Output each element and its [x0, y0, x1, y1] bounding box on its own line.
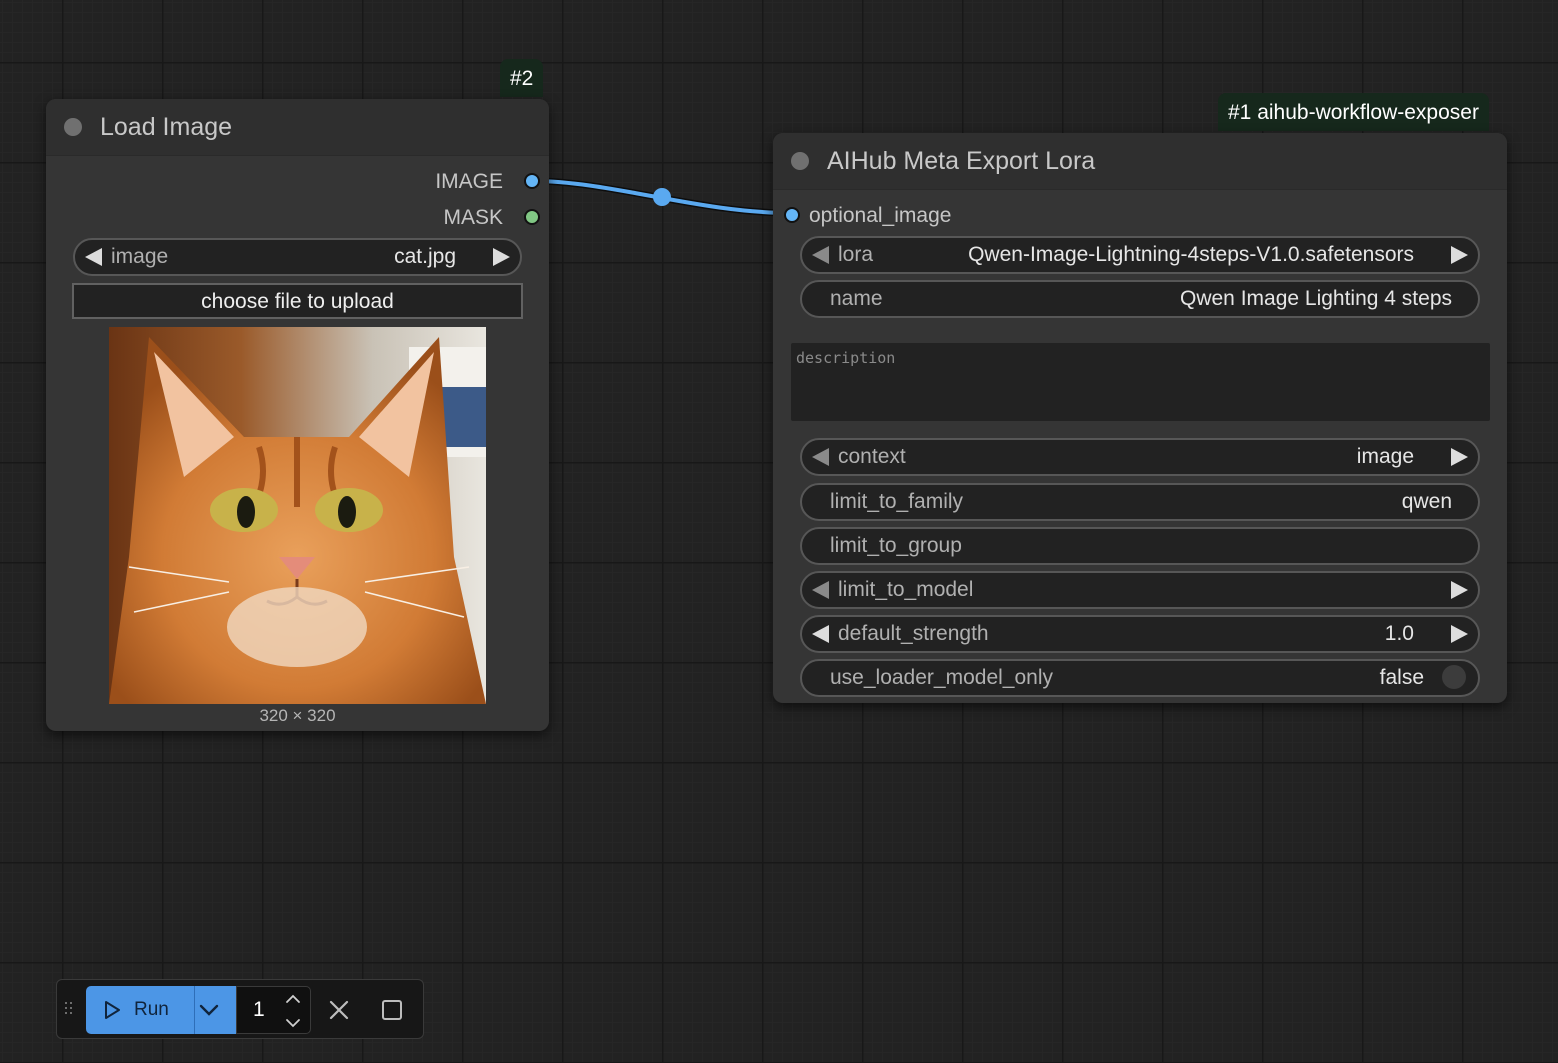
use-loader-model-only-value: false — [1379, 666, 1424, 689]
limit-to-group-widget[interactable]: limit_to_group — [800, 527, 1480, 565]
image-preview — [109, 327, 486, 704]
image-widget-label: image — [111, 245, 169, 268]
lora-combo-widget[interactable]: lora Qwen-Image-Lightning-4steps-V1.0.sa… — [800, 236, 1480, 274]
input-optional-image-slot[interactable] — [784, 207, 800, 223]
context-widget-label: context — [838, 445, 906, 468]
drag-handle-icon[interactable] — [65, 1002, 75, 1018]
name-widget-label: name — [830, 287, 883, 310]
default-strength-widget[interactable]: default_strength 1.0 — [800, 615, 1480, 653]
limit-to-group-label: limit_to_group — [830, 534, 962, 557]
load-image-title: Load Image — [100, 113, 233, 141]
batch-count-value: 1 — [253, 998, 265, 1021]
load-image-title-bar[interactable]: Load Image — [46, 99, 549, 156]
output-image-label: IMAGE — [435, 170, 503, 193]
combo-next-arrow-icon[interactable] — [1451, 246, 1468, 264]
stop-icon[interactable] — [381, 999, 403, 1021]
image-widget-value: cat.jpg — [394, 245, 456, 268]
run-label: Run — [134, 999, 169, 1020]
combo-next-arrow-icon[interactable] — [1451, 581, 1468, 599]
play-icon — [105, 1001, 120, 1019]
default-strength-label: default_strength — [838, 622, 989, 645]
limit-to-family-label: limit_to_family — [830, 490, 964, 513]
toggle-knob[interactable] — [1442, 665, 1466, 689]
close-icon[interactable] — [328, 999, 350, 1021]
input-optional-image[interactable]: optional_image — [809, 201, 951, 231]
lora-export-node[interactable]: AIHub Meta Export Lora optional_image lo… — [773, 133, 1507, 703]
image-size-caption: 320 × 320 — [259, 706, 336, 725]
chevron-down-icon[interactable] — [198, 1000, 220, 1020]
load-image-node[interactable]: Load Image IMAGE MASK image cat.jpg choo… — [46, 99, 549, 731]
name-text-widget[interactable]: name Qwen Image Lighting 4 steps — [800, 280, 1480, 318]
run-toolbar: Run 1 — [56, 979, 424, 1039]
batch-count-input[interactable]: 1 — [236, 986, 311, 1034]
combo-next-arrow-icon[interactable] — [1451, 448, 1468, 466]
node-id-badge-lora: #1 aihub-workflow-exposer — [1218, 93, 1489, 131]
name-widget-value: Qwen Image Lighting 4 steps — [1180, 287, 1452, 310]
limit-to-family-value: qwen — [1401, 490, 1452, 513]
lora-node-title-bar[interactable]: AIHub Meta Export Lora — [773, 133, 1507, 190]
output-image-slot[interactable] — [524, 173, 540, 189]
choose-file-button[interactable]: choose file to upload — [72, 283, 523, 319]
link-midpoint-handle — [653, 188, 671, 206]
combo-prev-arrow-icon[interactable] — [812, 581, 829, 599]
description-textarea[interactable]: description — [791, 343, 1490, 421]
collapse-dot-icon[interactable] — [64, 118, 82, 136]
description-placeholder: description — [796, 349, 896, 367]
node-id-badge-load-image: #2 — [500, 59, 544, 97]
context-widget-value: image — [1356, 445, 1414, 468]
run-button[interactable]: Run — [86, 986, 236, 1034]
combo-next-arrow-icon[interactable] — [493, 248, 510, 266]
decrement-arrow-icon[interactable] — [812, 625, 829, 643]
limit-to-model-label: limit_to_model — [838, 578, 974, 601]
output-mask-label: MASK — [443, 206, 503, 229]
combo-prev-arrow-icon[interactable] — [812, 246, 829, 264]
input-optional-image-label: optional_image — [809, 204, 952, 227]
collapse-dot-icon[interactable] — [791, 152, 809, 170]
use-loader-model-only-label: use_loader_model_only — [830, 666, 1053, 689]
lora-node-title: AIHub Meta Export Lora — [827, 147, 1096, 175]
chevron-up-icon[interactable] — [285, 993, 301, 1005]
combo-prev-arrow-icon[interactable] — [812, 448, 829, 466]
context-combo-widget[interactable]: context image — [800, 438, 1480, 476]
image-combo-widget[interactable]: image cat.jpg — [73, 238, 522, 276]
use-loader-model-only-toggle[interactable]: use_loader_model_only false — [800, 659, 1480, 697]
default-strength-value: 1.0 — [1384, 622, 1414, 645]
limit-to-model-widget[interactable]: limit_to_model — [800, 571, 1480, 609]
limit-to-family-widget[interactable]: limit_to_family qwen — [800, 483, 1480, 521]
output-mask-slot[interactable] — [524, 209, 540, 225]
run-divider — [194, 986, 195, 1034]
chevron-down-icon[interactable] — [285, 1017, 301, 1029]
combo-prev-arrow-icon[interactable] — [85, 248, 102, 266]
increment-arrow-icon[interactable] — [1451, 625, 1468, 643]
lora-widget-value: Qwen-Image-Lightning-4steps-V1.0.safeten… — [968, 243, 1414, 266]
lora-widget-label: lora — [838, 243, 874, 266]
